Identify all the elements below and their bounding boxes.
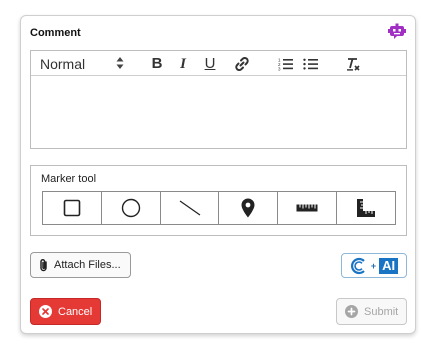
rectangle-icon <box>63 199 81 217</box>
ordered-list-button[interactable]: 1 2 3 <box>277 55 295 73</box>
line-icon <box>179 200 200 216</box>
attach-files-button[interactable]: Attach Files... <box>30 252 131 278</box>
italic-icon: I <box>180 56 186 72</box>
select-arrows-icon <box>116 57 124 69</box>
clear-format-icon <box>347 58 360 71</box>
attach-files-label: Attach Files... <box>54 259 121 271</box>
submit-button[interactable]: Submit <box>336 298 407 325</box>
ai-plus-sign: + <box>370 260 377 271</box>
location-pin-icon <box>241 198 255 218</box>
editor-toolbar: Normal B I U 1 2 3 <box>31 51 406 76</box>
line-tool-button[interactable] <box>161 192 220 224</box>
link-button[interactable] <box>233 55 251 73</box>
format-select[interactable]: Normal <box>31 51 133 75</box>
link-icon <box>235 56 249 72</box>
marker-tool-label: Marker tool <box>41 173 97 185</box>
ai-label: AI <box>379 257 399 274</box>
cancel-button[interactable]: Cancel <box>30 298 101 325</box>
cancel-label: Cancel <box>58 305 93 318</box>
italic-button[interactable]: I <box>174 55 192 73</box>
underline-icon: U <box>204 55 216 72</box>
bold-icon: B <box>151 55 163 72</box>
circle-tool-button[interactable] <box>102 192 161 224</box>
ruler-tool-button[interactable] <box>278 192 338 224</box>
editor-text-area[interactable] <box>31 76 406 149</box>
paperclip-icon <box>40 258 47 272</box>
marker-tool-panel: Marker tool <box>30 165 407 236</box>
bullet-list-button[interactable] <box>302 55 320 73</box>
format-select-value: Normal <box>40 56 86 72</box>
submit-label: Submit <box>364 305 399 318</box>
close-circle-icon <box>39 305 52 318</box>
clear-format-button[interactable] <box>344 55 362 73</box>
bold-button[interactable]: B <box>148 55 166 73</box>
pin-tool-button[interactable] <box>219 192 279 224</box>
ordered-list-icon: 1 2 3 <box>278 58 293 72</box>
plus-circle-icon <box>345 305 358 318</box>
ai-assist-button[interactable]: + AI <box>341 253 407 278</box>
underline-button[interactable]: U <box>201 55 219 73</box>
bot-assistant-icon[interactable] <box>388 23 406 41</box>
rectangle-tool-button[interactable] <box>43 192 102 224</box>
bullet-list-icon <box>303 58 318 70</box>
comment-editor: Normal B I U 1 2 3 <box>30 50 407 149</box>
ruler-icon <box>296 204 318 212</box>
comment-panel: Comment Normal B I U 1 2 3 Marker tool A… <box>20 15 416 334</box>
marker-tool-row <box>42 191 396 225</box>
svg-text:3: 3 <box>278 67 281 72</box>
circle-icon <box>121 198 140 218</box>
panel-title: Comment <box>30 27 81 39</box>
copilot-logo-icon <box>350 257 365 274</box>
angle-ruler-tool-button[interactable] <box>337 192 395 224</box>
angle-ruler-icon <box>357 199 376 217</box>
